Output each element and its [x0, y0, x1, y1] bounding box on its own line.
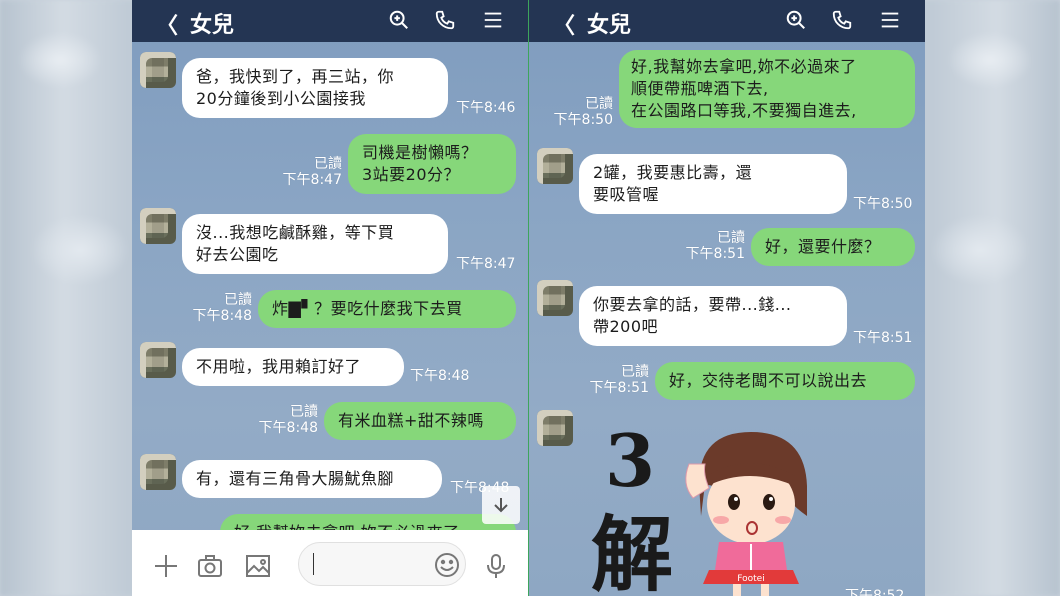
message-time: 下午8:51 — [853, 330, 913, 346]
back-arrow-icon[interactable]: 〈 — [553, 8, 575, 40]
message-bubble-outgoing: 好，還要什麼？ — [751, 228, 915, 266]
message-bubble-outgoing: 有米血糕+甜不辣嗎 — [324, 402, 516, 440]
sticker-shirt-label: Footei — [737, 574, 764, 584]
sticker-text-jie: 解 — [591, 507, 674, 596]
message-input[interactable] — [298, 542, 466, 586]
plus-icon[interactable] — [152, 552, 180, 580]
message-read-status: 已讀 下午8:48 — [258, 404, 318, 436]
message-bubble-incoming: 不用啦，我用賴訂好了 — [182, 348, 404, 386]
message-read-status: 已讀 下午8:51 — [589, 364, 649, 396]
chat-header: 〈 女兒 — [132, 0, 528, 42]
message-bubble-incoming: 有，還有三角骨大腸魷魚腳 — [182, 460, 442, 498]
contact-avatar[interactable] — [537, 280, 573, 316]
contact-avatar[interactable] — [140, 208, 176, 244]
menu-icon[interactable] — [482, 9, 504, 31]
menu-icon[interactable] — [879, 9, 901, 31]
message-time: 下午8:47 — [456, 256, 516, 272]
message-bubble-incoming: 2罐，我要惠比壽，還 要吸管喔 — [579, 154, 847, 214]
message-bubble-outgoing: 好，交待老闆不可以說出去 — [655, 362, 915, 400]
message-read-status: 已讀 下午8:51 — [685, 230, 745, 262]
message-read-status: 已讀 下午8:47 — [282, 156, 342, 188]
message-bubble-outgoing: 好,我幫妳去拿吧,妳不必過來了 順便帶瓶啤酒下去, 在公園路口等我,不要獨自進去… — [619, 50, 915, 128]
chat-screen-left: 〈 女兒 爸，我快到了，再三站，你 20分鐘後到小公園接我 下午8:46 已讀 … — [132, 0, 528, 596]
message-bubble-incoming: 沒...我想吃鹹酥雞，等下買 好去公園吃 — [182, 214, 448, 274]
message-bubble-incoming: 你要去拿的話，要帶...錢... 帶200吧 — [579, 286, 847, 346]
chat-title: 女兒 — [190, 13, 235, 38]
chat-screen-right: 〈 女兒 已讀 下午8:50 好,我幫妳去拿吧,妳不必過來了 順便帶瓶啤酒下去,… — [529, 0, 925, 596]
chat-header: 〈 女兒 — [529, 0, 925, 42]
scroll-down-icon[interactable] — [482, 486, 520, 524]
search-icon[interactable] — [388, 9, 410, 31]
message-read-status: 已讀 下午8:48 — [192, 292, 252, 324]
text-caret — [313, 553, 314, 575]
contact-avatar[interactable] — [140, 52, 176, 88]
message-bubble-incoming: 爸，我快到了，再三站，你 20分鐘後到小公園接我 — [182, 58, 448, 118]
message-read-status: 已讀 下午8:50 — [553, 96, 613, 128]
phone-icon[interactable] — [831, 9, 853, 31]
message-time: 下午8:48 — [410, 368, 470, 384]
sticker-girl-icon: Footei — [685, 432, 807, 596]
emoji-icon[interactable] — [433, 551, 461, 579]
chat-title: 女兒 — [587, 13, 632, 38]
camera-icon[interactable] — [196, 552, 224, 580]
contact-avatar[interactable] — [140, 454, 176, 490]
back-arrow-icon[interactable]: 〈 — [156, 8, 178, 40]
image-icon[interactable] — [244, 552, 272, 580]
message-time: 下午8:50 — [853, 196, 913, 212]
contact-avatar[interactable] — [537, 410, 573, 446]
message-bubble-outgoing: 司機是樹懶嗎？ 3站要20分？ — [348, 134, 516, 194]
phone-icon[interactable] — [434, 9, 456, 31]
contact-avatar[interactable] — [537, 148, 573, 184]
message-bubble-outgoing: 炸▇▘？要吃什麼我下去買 — [258, 290, 516, 328]
mic-icon[interactable] — [482, 552, 510, 580]
contact-avatar[interactable] — [140, 342, 176, 378]
message-time: 下午8:52 — [845, 588, 905, 596]
search-icon[interactable] — [785, 9, 807, 31]
sticker-image: 3 解 Footei — [591, 418, 831, 596]
message-time: 下午8:46 — [456, 100, 516, 116]
message-composer — [132, 530, 528, 596]
